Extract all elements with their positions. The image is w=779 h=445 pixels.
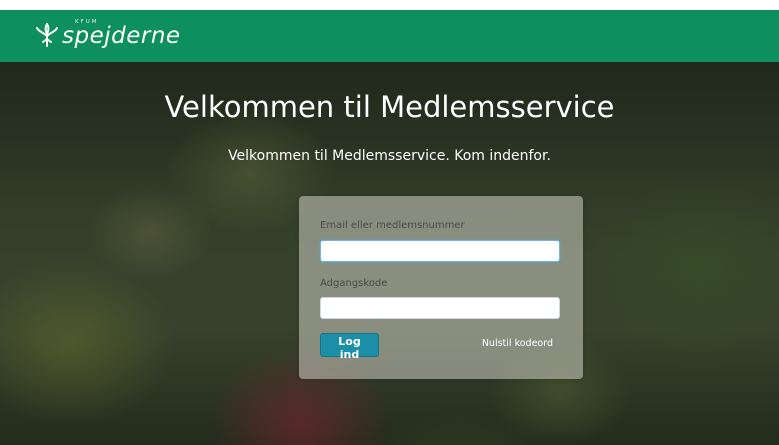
clover-logo-icon <box>36 23 58 47</box>
page-title: Velkommen til Medlemsservice <box>164 90 615 124</box>
email-label: Email eller medlemsnummer <box>320 220 465 231</box>
logo-text: KFUM spejderne <box>62 19 181 50</box>
email-input[interactable] <box>320 240 560 262</box>
page-subtitle: Velkommen til Medlemsservice. Kom indenf… <box>228 148 551 164</box>
kfum-spejderne-logo[interactable]: KFUM spejderne <box>34 19 181 50</box>
logo-wordmark: spejderne <box>62 23 181 49</box>
login-button[interactable]: Log ind <box>320 333 379 361</box>
login-form: Email eller medlemsnummer Adgangskode Lo… <box>299 196 583 379</box>
password-label: Adgangskode <box>320 278 388 289</box>
password-input[interactable] <box>320 297 560 319</box>
site-header: KFUM spejderne <box>0 10 779 62</box>
logo-kfum-text: KFUM <box>75 19 99 25</box>
top-band <box>0 0 779 10</box>
reset-password-link[interactable]: Nulstil kodeord <box>482 338 553 349</box>
